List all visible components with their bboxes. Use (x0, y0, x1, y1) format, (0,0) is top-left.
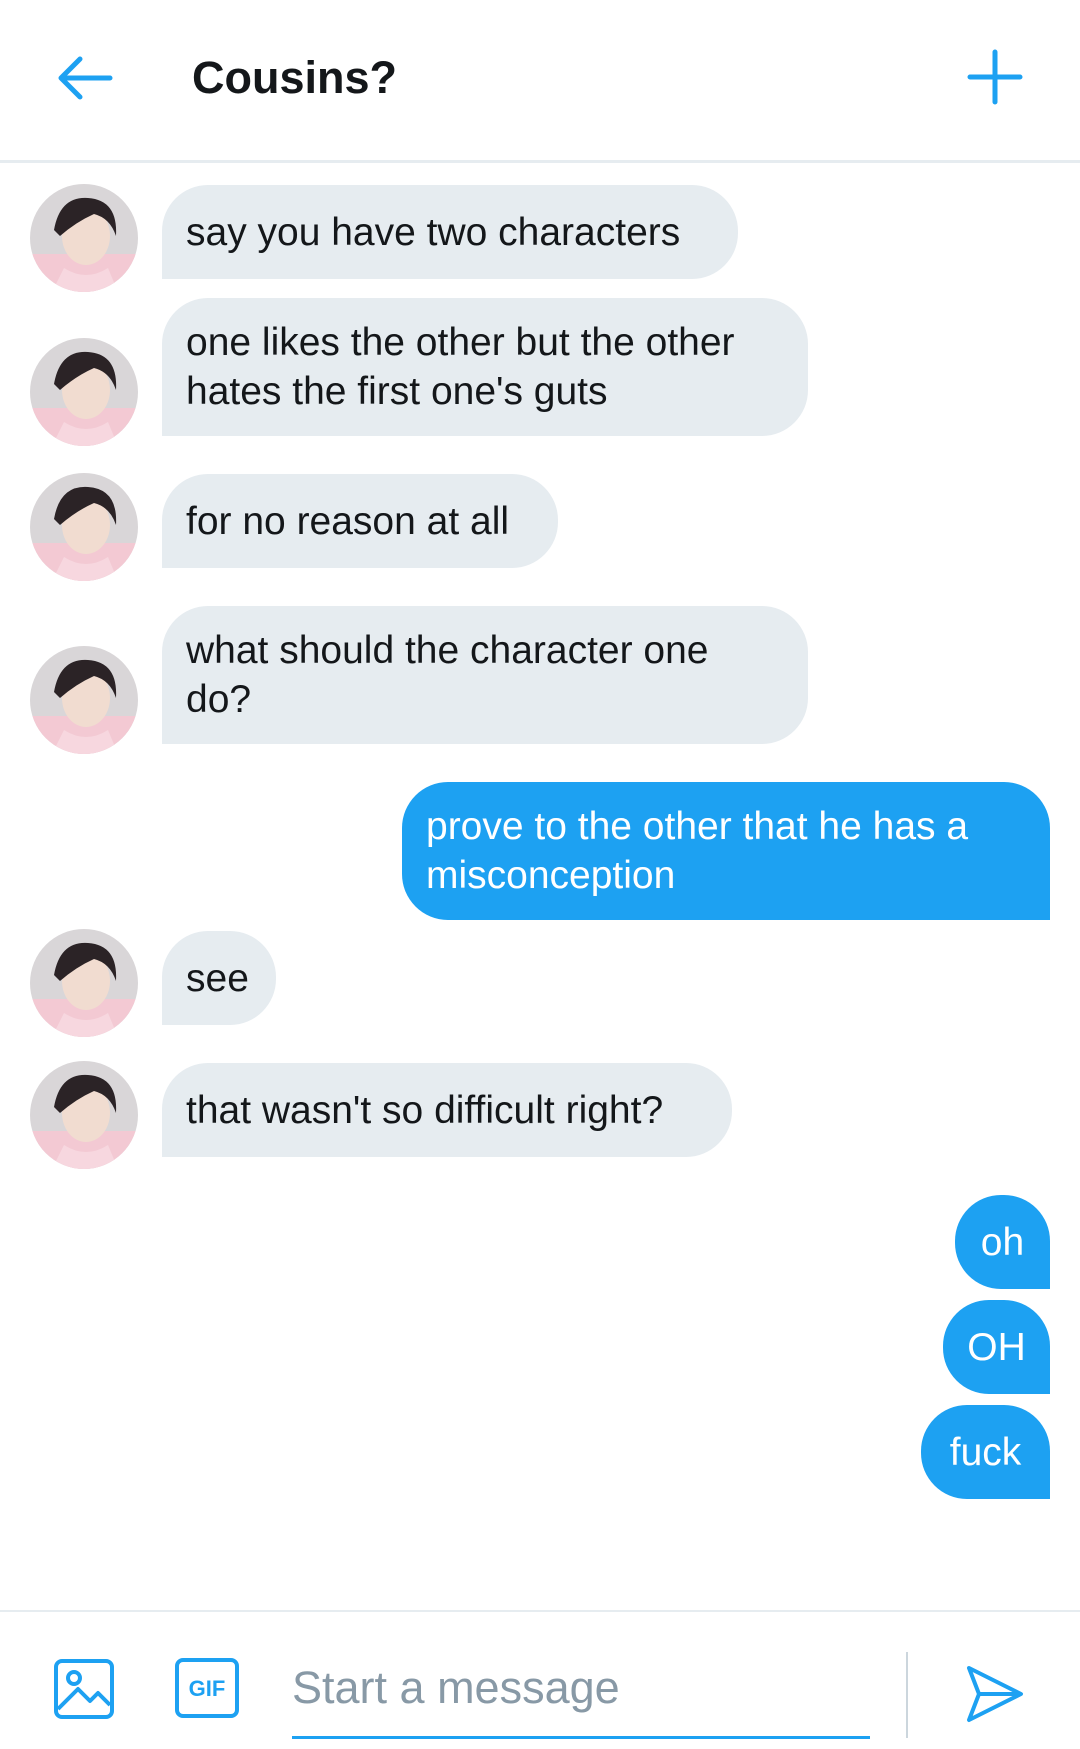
avatar[interactable] (30, 1061, 138, 1169)
message-text-line: hates the first one's guts (186, 370, 608, 413)
gif-icon: GIF (175, 1658, 239, 1718)
image-icon (54, 1659, 114, 1719)
incoming-message-bubble[interactable]: say you have two characters (162, 185, 738, 279)
avatar[interactable] (30, 929, 138, 1037)
conversation-header: Cousins? (0, 0, 1080, 163)
message-text-line: misconception (426, 854, 676, 897)
avatar[interactable] (30, 473, 138, 581)
message-text-line: what should the character one (186, 629, 709, 672)
avatar-image (30, 184, 138, 292)
message-input[interactable] (292, 1644, 870, 1732)
incoming-message-bubble[interactable]: for no reason at all (162, 474, 558, 568)
outgoing-message-bubble[interactable]: prove to the other that he has a misconce… (402, 782, 1050, 920)
arrow-left-icon (58, 56, 113, 100)
outgoing-message-bubble[interactable]: OH (943, 1300, 1050, 1394)
back-button[interactable] (50, 42, 120, 112)
message-text-line: fuck (949, 1430, 1022, 1474)
message-text-line: prove to the other that he has a (426, 805, 969, 848)
message-text-line: for no reason at all (186, 499, 510, 543)
compose-divider (906, 1652, 908, 1738)
avatar-image (30, 929, 138, 1037)
message-text-line: that wasn't so difficult right? (186, 1088, 664, 1132)
avatar-image (30, 1061, 138, 1169)
outgoing-message-bubble[interactable]: oh (955, 1195, 1050, 1289)
send-button[interactable] (963, 1662, 1027, 1726)
message-text-line: say you have two characters (186, 210, 681, 254)
message-text-line: OH (967, 1325, 1026, 1369)
avatar[interactable] (30, 338, 138, 446)
avatar[interactable] (30, 646, 138, 754)
message-text-line: oh (980, 1220, 1025, 1264)
svg-text:GIF: GIF (189, 1676, 226, 1701)
incoming-message-bubble[interactable]: that wasn't so difficult right? (162, 1063, 732, 1157)
compose-bar: GIF (0, 1610, 1080, 1749)
message-input-wrapper (292, 1644, 870, 1739)
incoming-message-bubble[interactable]: see (162, 931, 276, 1025)
conversation-title: Cousins? (192, 52, 398, 103)
add-gif-button[interactable]: GIF (174, 1657, 240, 1719)
add-participant-button[interactable] (960, 42, 1030, 112)
incoming-message-bubble[interactable]: what should the character one do? (162, 606, 808, 744)
message-list[interactable]: say you have two characters one likes the… (0, 163, 1080, 1610)
outgoing-message-bubble[interactable]: fuck (921, 1405, 1050, 1499)
avatar-image (30, 338, 138, 446)
avatar-image (30, 473, 138, 581)
plus-icon (967, 49, 1023, 105)
add-image-button[interactable] (52, 1657, 116, 1721)
avatar[interactable] (30, 184, 138, 292)
message-text-line: do? (186, 678, 252, 721)
incoming-message-bubble[interactable]: one likes the other but the other hates t… (162, 298, 808, 436)
message-text-line: see (186, 956, 249, 1000)
send-icon (967, 1666, 1023, 1722)
avatar-image (30, 646, 138, 754)
message-text-line: one likes the other but the other (186, 321, 735, 364)
